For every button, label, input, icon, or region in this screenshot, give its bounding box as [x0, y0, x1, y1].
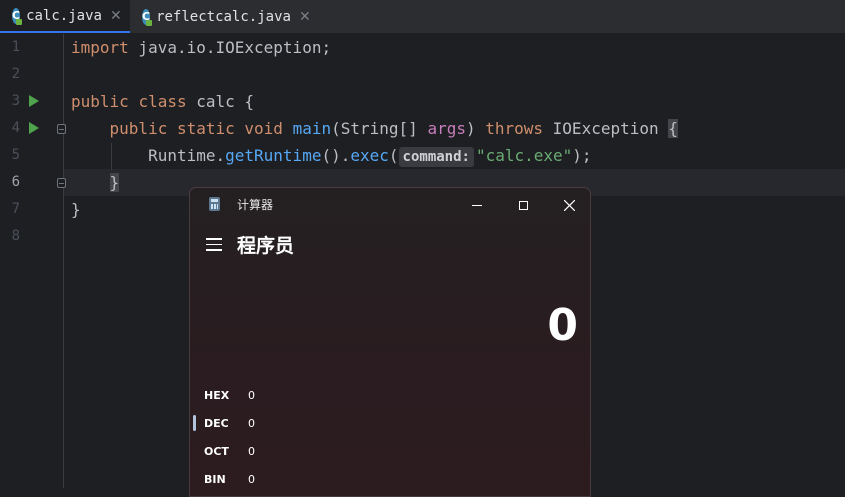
class-name: calc: [196, 92, 235, 111]
keyword: import: [71, 38, 129, 57]
brace: }: [109, 173, 120, 192]
line-number: 4: [11, 120, 20, 136]
tab-label: reflectcalc.java: [156, 8, 291, 25]
keyword: static: [176, 119, 235, 138]
close-icon[interactable]: ✕: [110, 8, 122, 24]
method-name: main: [292, 119, 332, 138]
selected-radix-indicator: [193, 415, 196, 431]
radix-value: 0: [248, 417, 255, 430]
keyword: public: [71, 92, 129, 111]
line-number: 7: [11, 201, 20, 217]
brace: {: [244, 92, 255, 111]
close-icon[interactable]: ✕: [299, 9, 311, 25]
radix-value: 0: [248, 473, 255, 486]
line-number: 3: [11, 93, 20, 109]
java-class-icon: C: [142, 8, 153, 26]
code-line-7[interactable]: }: [71, 196, 81, 223]
line-number: 1: [11, 39, 20, 55]
line-number: 6: [11, 174, 20, 190]
tab-calc-java[interactable]: C calc.java ✕: [0, 0, 130, 33]
radix-label: DEC: [204, 417, 229, 430]
close-button[interactable]: [546, 188, 590, 222]
radix-label: HEX: [204, 389, 230, 402]
editor-gutter: 1 2 3 4 5 6 7 8: [0, 34, 66, 488]
code-text: );: [572, 146, 592, 165]
line-number: 5: [11, 147, 20, 163]
fold-icon[interactable]: [57, 124, 66, 134]
radix-hex[interactable]: HEX 0: [204, 389, 255, 402]
line-number: 2: [11, 66, 20, 82]
keyword: throws: [485, 119, 544, 138]
window-title: 计算器: [237, 198, 274, 212]
fold-icon[interactable]: [57, 178, 66, 188]
maximize-icon: [518, 200, 528, 210]
hamburger-menu-icon[interactable]: [206, 238, 222, 255]
run-main-icon[interactable]: [29, 122, 39, 134]
run-class-icon[interactable]: [29, 95, 39, 107]
radix-value: 0: [248, 445, 255, 458]
brace: }: [71, 200, 81, 219]
string-literal: "calc.exe": [475, 146, 573, 165]
code-line-5[interactable]: Runtime.getRuntime().exec(command: "calc.…: [71, 142, 592, 169]
code-text: IOException: [543, 119, 669, 138]
calculator-window[interactable]: 计算器 程序员 0 HEX 0 DEC 0 OCT 0 BIN 0: [189, 187, 591, 497]
tab-reflectcalc-java[interactable]: C reflectcalc.java ✕: [130, 0, 320, 33]
tab-label: calc.java: [26, 7, 102, 24]
code-text: (String[]: [331, 119, 428, 138]
code-line-3[interactable]: public class calc {: [71, 88, 254, 115]
code-line-4[interactable]: public static void main(String[] args) t…: [71, 115, 678, 142]
keyword: class: [138, 92, 187, 111]
code-text: ().: [321, 146, 351, 165]
line-number: 8: [11, 228, 20, 244]
radix-label: BIN: [204, 473, 226, 486]
brace: {: [668, 119, 678, 138]
title-bar[interactable]: 计算器: [190, 188, 590, 222]
code-text: java.io.IOException;: [128, 38, 332, 57]
keyword: public: [109, 119, 168, 138]
code-text: ): [465, 119, 486, 138]
code-line-6[interactable]: }: [71, 169, 120, 196]
minimize-icon: [472, 204, 482, 206]
minimize-button[interactable]: [454, 188, 500, 222]
keyword: void: [244, 119, 283, 138]
parameter: args: [427, 119, 466, 138]
radix-oct[interactable]: OCT 0: [204, 445, 255, 458]
calculator-display: 0: [547, 300, 578, 351]
code-text: (: [388, 146, 399, 165]
code-line-1[interactable]: import java.io.IOException;: [71, 34, 331, 61]
radix-dec[interactable]: DEC 0: [204, 417, 255, 430]
radix-value: 0: [248, 389, 255, 402]
code-text: Runtime.: [148, 146, 226, 165]
maximize-button[interactable]: [500, 188, 546, 222]
radix-label: OCT: [204, 445, 229, 458]
calculator-app-icon: [209, 197, 220, 211]
java-class-icon: C: [12, 7, 23, 25]
radix-bin[interactable]: BIN 0: [204, 473, 255, 486]
close-icon: [563, 199, 575, 211]
editor-tab-bar: C calc.java ✕ C reflectcalc.java ✕: [0, 0, 845, 34]
parameter-hint: command:: [398, 147, 474, 167]
calculator-mode-title: 程序员: [237, 235, 295, 257]
method-name: exec: [350, 146, 389, 165]
method-name: getRuntime: [225, 146, 322, 165]
